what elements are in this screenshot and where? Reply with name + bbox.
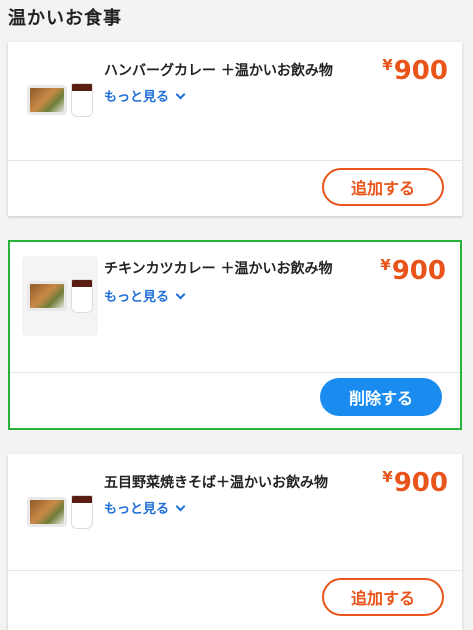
- more-label: もっと見る: [104, 290, 170, 305]
- currency-symbol: ¥: [380, 256, 391, 274]
- section-title: 温かいお食事: [8, 8, 122, 29]
- more-link[interactable]: もっと見る: [104, 498, 186, 517]
- item-price: ¥900: [382, 56, 448, 86]
- item-name: ハンバーグカレー ＋温かいお飲み物: [104, 63, 333, 79]
- menu-item-card: 五目野菜焼きそば＋温かいお飲み物 もっと見る ¥900 追加する: [8, 454, 462, 630]
- add-button[interactable]: 追加する: [322, 578, 444, 616]
- chevron-down-icon: [175, 289, 186, 300]
- menu-item-card: ハンバーグカレー ＋温かいお飲み物 もっと見る ¥900 追加する: [8, 42, 462, 216]
- divider: [10, 372, 460, 373]
- item-price: ¥900: [380, 256, 446, 286]
- item-image: [22, 62, 98, 138]
- price-value: 900: [393, 468, 448, 498]
- currency-symbol: ¥: [382, 468, 393, 486]
- item-image: [22, 256, 98, 336]
- price-value: 900: [393, 56, 448, 86]
- chevron-down-icon: [175, 89, 186, 100]
- item-image: [22, 474, 98, 550]
- item-name: チキンカツカレー ＋温かいお飲み物: [104, 261, 333, 277]
- more-link[interactable]: もっと見る: [104, 286, 186, 305]
- divider: [8, 160, 462, 161]
- chevron-down-icon: [175, 501, 186, 512]
- menu-item-card-selected: チキンカツカレー ＋温かいお飲み物 もっと見る ¥900 削除する: [8, 240, 462, 430]
- price-value: 900: [391, 256, 446, 286]
- more-label: もっと見る: [104, 90, 170, 105]
- item-name: 五目野菜焼きそば＋温かいお飲み物: [104, 475, 328, 491]
- currency-symbol: ¥: [382, 56, 393, 74]
- more-label: もっと見る: [104, 502, 170, 517]
- add-button[interactable]: 追加する: [322, 168, 444, 206]
- divider: [8, 570, 462, 571]
- more-link[interactable]: もっと見る: [104, 86, 186, 105]
- remove-button[interactable]: 削除する: [320, 378, 442, 416]
- item-price: ¥900: [382, 468, 448, 498]
